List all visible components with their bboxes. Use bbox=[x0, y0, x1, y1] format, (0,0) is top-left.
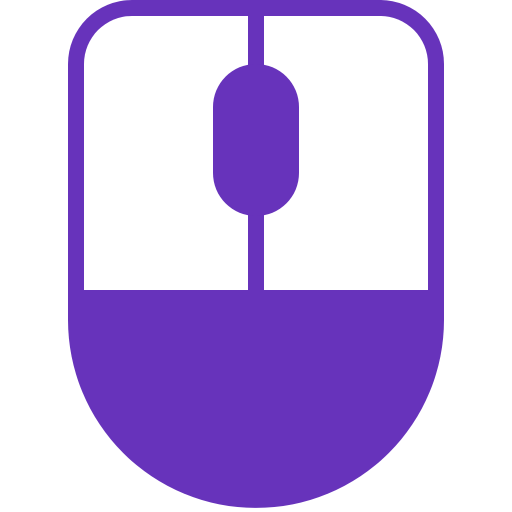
scroll-wheel bbox=[213, 64, 299, 216]
icon-canvas bbox=[0, 0, 512, 512]
computer-mouse-icon bbox=[68, 0, 444, 508]
